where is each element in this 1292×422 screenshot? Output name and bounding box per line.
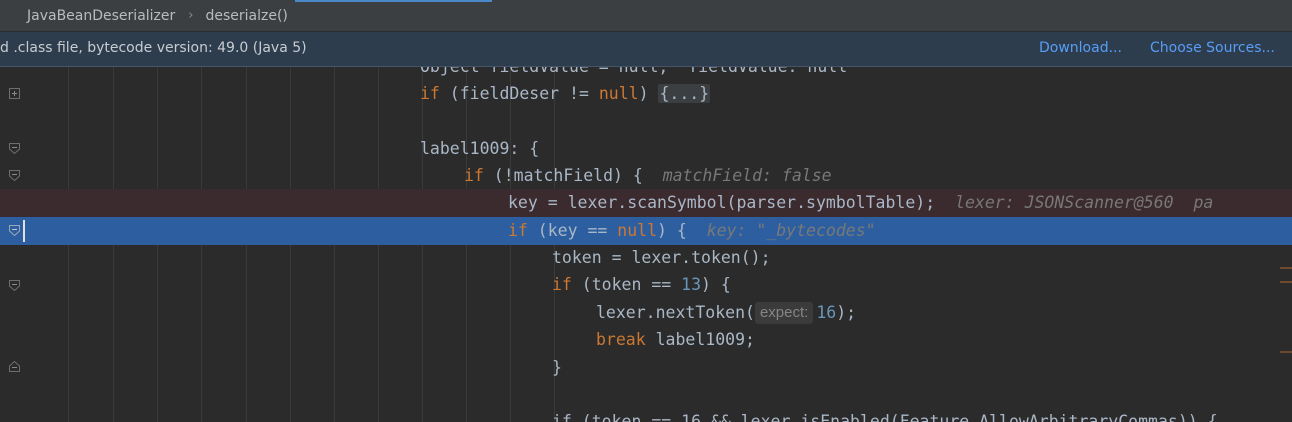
code-line[interactable]: if (token == 16 && lexer.isEnabled(Featu… [0, 408, 1292, 422]
fold-plus-icon[interactable] [9, 88, 20, 99]
code-line[interactable]: label1009: { [0, 135, 1292, 163]
code-text: (key == [527, 221, 618, 240]
chevron-right-icon: › [188, 8, 194, 23]
banner-message: d .class file, bytecode version: 49.0 (J… [0, 40, 307, 56]
code-line[interactable]: token = lexer.token(); [0, 244, 1292, 272]
active-tab-indicator [295, 0, 492, 2]
fold-minus-icon[interactable] [9, 225, 20, 236]
code-text: ) { [701, 275, 731, 294]
code-text: (token == [571, 275, 682, 294]
code-text: key = lexer.scanSymbol(parser.symbolTabl… [508, 193, 956, 212]
breadcrumb-class[interactable]: JavaBeanDeserializer [27, 8, 175, 24]
scrollbar-marker[interactable] [1280, 281, 1292, 283]
keyword: if [420, 84, 440, 103]
number-literal: 16 [816, 303, 837, 322]
code-text: } [552, 358, 562, 377]
keyword: null [598, 84, 639, 103]
code-editor[interactable]: Object fieldValue = null; fieldValue: nu… [0, 67, 1292, 422]
code-line-breakpoint[interactable]: key = lexer.scanSymbol(parser.symbolTabl… [0, 189, 1292, 217]
code-text: Object fieldValue = null; fieldValue: nu… [420, 67, 847, 81]
code-line[interactable]: } [0, 354, 1292, 382]
code-text: (fieldDeser != [439, 84, 599, 103]
code-text: if (token == 16 && lexer.isEnabled(Featu… [552, 412, 1218, 422]
code-text: ) { [657, 221, 707, 240]
code-line[interactable]: if (fieldDeser != null) {...} [0, 80, 1292, 108]
decompiled-notice-banner: d .class file, bytecode version: 49.0 (J… [0, 32, 1292, 67]
inline-debug-value: lexer: JSONScanner@560 pa [955, 193, 1214, 212]
choose-sources-link[interactable]: Choose Sources... [1150, 40, 1275, 56]
code-line-current[interactable]: if (key == null) { key: "_bytecodes" [0, 217, 1292, 245]
download-sources-link[interactable]: Download... [1039, 40, 1122, 56]
code-line[interactable]: if (token == 13) { [0, 271, 1292, 299]
code-text: label1009; [645, 330, 755, 349]
fold-minus-icon[interactable] [9, 170, 20, 181]
parameter-hint: expect: [754, 302, 814, 324]
code-text: label1009: { [420, 139, 540, 158]
fold-minus-icon[interactable] [9, 280, 20, 291]
inline-debug-value: matchField: false [662, 166, 832, 185]
code-line[interactable]: Object fieldValue = null; fieldValue: nu… [0, 67, 1292, 81]
keyword: break [596, 330, 646, 349]
code-text: ); [836, 303, 857, 322]
fold-end-icon[interactable] [9, 361, 20, 372]
scrollbar-marker[interactable] [1280, 267, 1292, 269]
code-text: lexer.nextToken( [596, 303, 755, 322]
inline-debug-value: key: "_bytecodes" [706, 221, 876, 240]
code-text: ) [638, 84, 659, 103]
breadcrumb-bar: JavaBeanDeserializer › deserialze() [0, 0, 1292, 32]
number-literal: 13 [681, 275, 702, 294]
keyword: if [552, 275, 572, 294]
code-line[interactable]: break label1009; [0, 326, 1292, 354]
code-text: token = lexer.token(); [552, 248, 771, 267]
text-caret [23, 220, 25, 242]
keyword: if [508, 221, 528, 240]
code-text: (!matchField) { [483, 166, 663, 185]
folded-block[interactable]: {...} [658, 84, 711, 103]
fold-minus-icon[interactable] [9, 143, 20, 154]
keyword: null [617, 221, 658, 240]
breadcrumb-method[interactable]: deserialze() [205, 8, 287, 24]
keyword: if [464, 166, 484, 185]
code-line[interactable]: if (!matchField) { matchField: false [0, 162, 1292, 190]
scrollbar-marker[interactable] [1280, 351, 1292, 353]
code-line[interactable]: lexer.nextToken(expect: 16); [0, 299, 1292, 327]
